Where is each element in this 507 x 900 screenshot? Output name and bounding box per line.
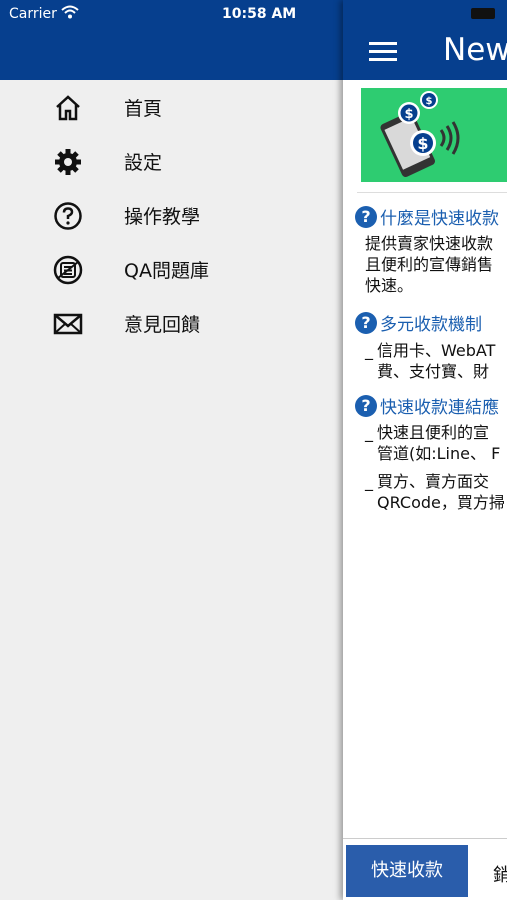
gear-icon xyxy=(53,147,83,177)
page-title: New xyxy=(443,32,507,68)
bottom-tab-bar: 快速收款 銷 xyxy=(343,838,507,900)
battery-icon xyxy=(471,8,495,19)
drawer-menu: 首頁 設定 操作教學 QA問題庫 意見回饋 xyxy=(0,80,340,350)
menu-item-label: QA問題庫 xyxy=(124,260,209,282)
section-title: 多元收款機制 xyxy=(380,315,482,335)
section-title: 什麼是快速收款 xyxy=(380,209,499,229)
menu-item-tutorial[interactable]: 操作教學 xyxy=(0,188,340,242)
carrier-label: Carrier xyxy=(9,6,57,22)
bullet-item: _ 信用卡、WebAT xyxy=(365,341,496,360)
menu-item-label: 操作教學 xyxy=(124,206,201,228)
bullet-text: 信用卡、WebAT xyxy=(377,341,496,360)
section-text: 且便利的宣傳銷售 xyxy=(365,255,494,274)
wifi-icon xyxy=(61,5,79,23)
section-title: 快速收款連結應 xyxy=(380,398,499,418)
home-icon xyxy=(53,93,83,123)
question-icon: ? xyxy=(355,205,377,228)
bullet-text: 買方、賣方面交 xyxy=(377,472,490,491)
bullet-text: 費、支付寶、財 xyxy=(377,362,490,381)
section-header: ? 什麼是快速收款 xyxy=(355,204,507,229)
divider xyxy=(357,192,507,193)
menu-item-home[interactable]: 首頁 xyxy=(0,80,340,134)
menu-item-label: 首頁 xyxy=(124,98,163,120)
section-text: 提供賣家快速收款 xyxy=(365,234,494,253)
bullet-item-cont: 管道(如:Line、 F xyxy=(365,443,500,464)
menu-item-feedback[interactable]: 意見回饋 xyxy=(0,296,340,350)
clock: 10:58 AM xyxy=(222,6,297,22)
mail-icon xyxy=(53,309,83,339)
hamburger-menu-icon[interactable] xyxy=(369,42,397,62)
help-circle-icon xyxy=(53,201,83,231)
bullet-item: _ 買方、賣方面交 xyxy=(365,472,490,491)
bullet-text: 快速且便利的宣 xyxy=(377,423,490,442)
menu-item-qa[interactable]: QA問題庫 xyxy=(0,242,340,296)
svg-text:$: $ xyxy=(417,134,428,153)
question-icon: ? xyxy=(355,394,377,417)
question-icon: ? xyxy=(355,311,377,334)
bullet-item-cont: QRCode，買方掃 xyxy=(365,492,505,513)
bullet-item: _ 快速且便利的宣 xyxy=(365,423,490,442)
tab-sales[interactable]: 銷 xyxy=(493,861,507,887)
section-text: 快速。 xyxy=(365,276,414,295)
bullet-item-cont: 費、支付寶、財 xyxy=(365,361,489,382)
banner-image: $ $ $ xyxy=(361,88,507,182)
svg-text:$: $ xyxy=(404,107,413,122)
section-header: ? 快速收款連結應 xyxy=(355,393,507,418)
menu-item-settings[interactable]: 設定 xyxy=(0,134,340,188)
main-header: New xyxy=(343,0,507,80)
section-header: ? 多元收款機制 xyxy=(355,310,507,335)
qa-list-icon xyxy=(53,255,83,285)
bullet-text: 管道(如:Line、 F xyxy=(377,444,501,463)
svg-text:$: $ xyxy=(426,96,433,107)
tab-quick-payment[interactable]: 快速收款 xyxy=(346,845,468,897)
phone-payment-icon: $ $ $ xyxy=(380,91,460,177)
main-panel: New $ $ $ ? 什麼是快速收款 提供賣家快速收款 且便利的宣傳銷售 快速。 xyxy=(343,0,507,900)
menu-item-label: 設定 xyxy=(124,152,163,174)
bullet-text: QRCode，買方掃 xyxy=(377,493,505,512)
menu-item-label: 意見回饋 xyxy=(124,314,201,336)
